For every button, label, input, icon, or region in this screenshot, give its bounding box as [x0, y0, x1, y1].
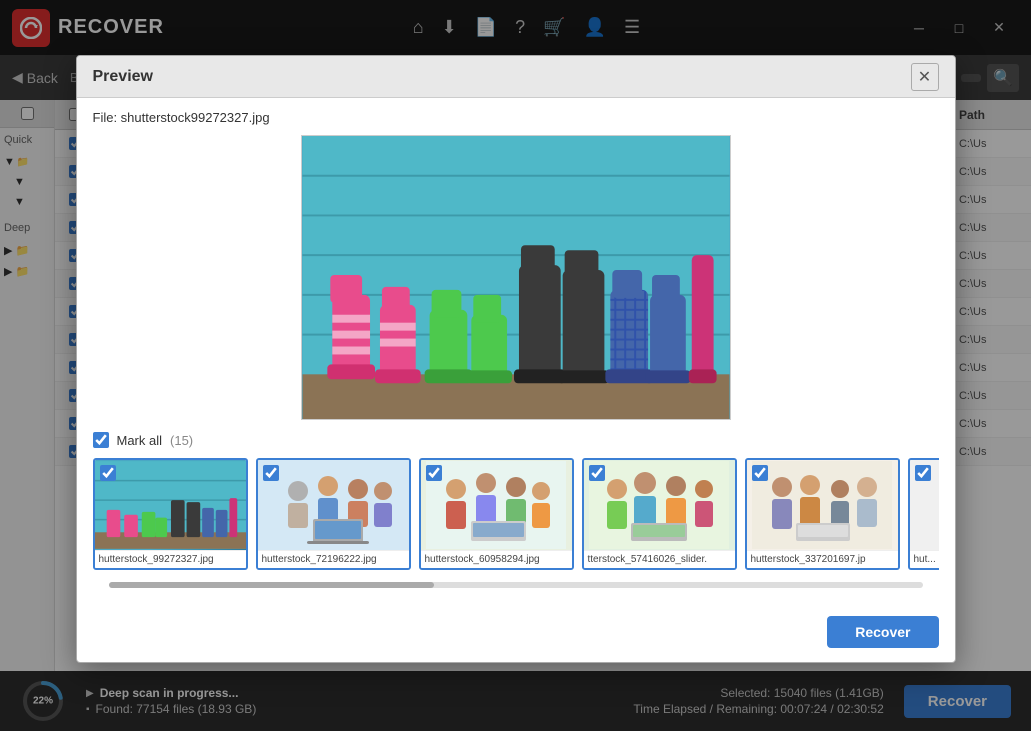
- dialog-body: File: shutterstock99272327.jpg: [77, 98, 955, 606]
- thumbnail-item[interactable]: tterstock_57416026_slider.: [582, 458, 737, 570]
- thumbnail-image: [747, 460, 898, 550]
- mark-all-checkbox[interactable]: [93, 432, 109, 448]
- thumbnail-image: [258, 460, 409, 550]
- preview-boots-svg: [302, 136, 730, 419]
- thumbnail-scrollbar-thumb: [109, 582, 435, 588]
- thumbnail-item[interactable]: hutterstock_99272327.jpg: [93, 458, 248, 570]
- file-label: File: shutterstock99272327.jpg: [93, 110, 939, 125]
- thumbnail-label: hutterstock_72196222.jpg: [258, 550, 409, 568]
- thumbnail-label: hut...: [910, 550, 939, 568]
- thumbnail-checkbox[interactable]: [752, 465, 768, 481]
- thumbnail-item[interactable]: hutterstock_337201697.jp: [745, 458, 900, 570]
- thumbnail-image: [95, 460, 246, 550]
- thumbnail-image: [584, 460, 735, 550]
- thumbnail-image: [421, 460, 572, 550]
- mark-count: (15): [170, 433, 193, 448]
- dialog-title: Preview: [93, 68, 153, 86]
- mark-all-label: Mark all: [117, 433, 163, 448]
- thumbnail-label: hutterstock_337201697.jp: [747, 550, 898, 568]
- thumbnails-row: hutterstock_99272327.jpg: [93, 458, 939, 574]
- thumbnail-label: hutterstock_60958294.jpg: [421, 550, 572, 568]
- thumbnail-checkbox[interactable]: [426, 465, 442, 481]
- thumbnail-checkbox[interactable]: [100, 465, 116, 481]
- thumbnail-scrollbar[interactable]: [109, 582, 923, 588]
- thumbnail-item[interactable]: hutterstock_60958294.jpg: [419, 458, 574, 570]
- preview-dialog: Preview ✕ File: shutterstock99272327.jpg: [76, 55, 956, 663]
- thumbnail-checkbox[interactable]: [263, 465, 279, 481]
- thumbnail-label: tterstock_57416026_slider.: [584, 550, 735, 568]
- thumbnail-checkbox[interactable]: [589, 465, 605, 481]
- thumbnail-item[interactable]: hut...: [908, 458, 939, 570]
- thumbnail-item[interactable]: hutterstock_72196222.jpg: [256, 458, 411, 570]
- thumbnail-checkbox[interactable]: [915, 465, 931, 481]
- mark-all-row: Mark all (15): [93, 432, 939, 448]
- dialog-footer: Recover: [77, 606, 955, 662]
- recover-button-dialog[interactable]: Recover: [827, 616, 938, 648]
- thumbnail-label: hutterstock_99272327.jpg: [95, 550, 246, 568]
- dialog-header: Preview ✕: [77, 56, 955, 98]
- modal-overlay: Preview ✕ File: shutterstock99272327.jpg: [0, 0, 1031, 731]
- dialog-close-button[interactable]: ✕: [911, 63, 939, 91]
- preview-image: [301, 135, 731, 420]
